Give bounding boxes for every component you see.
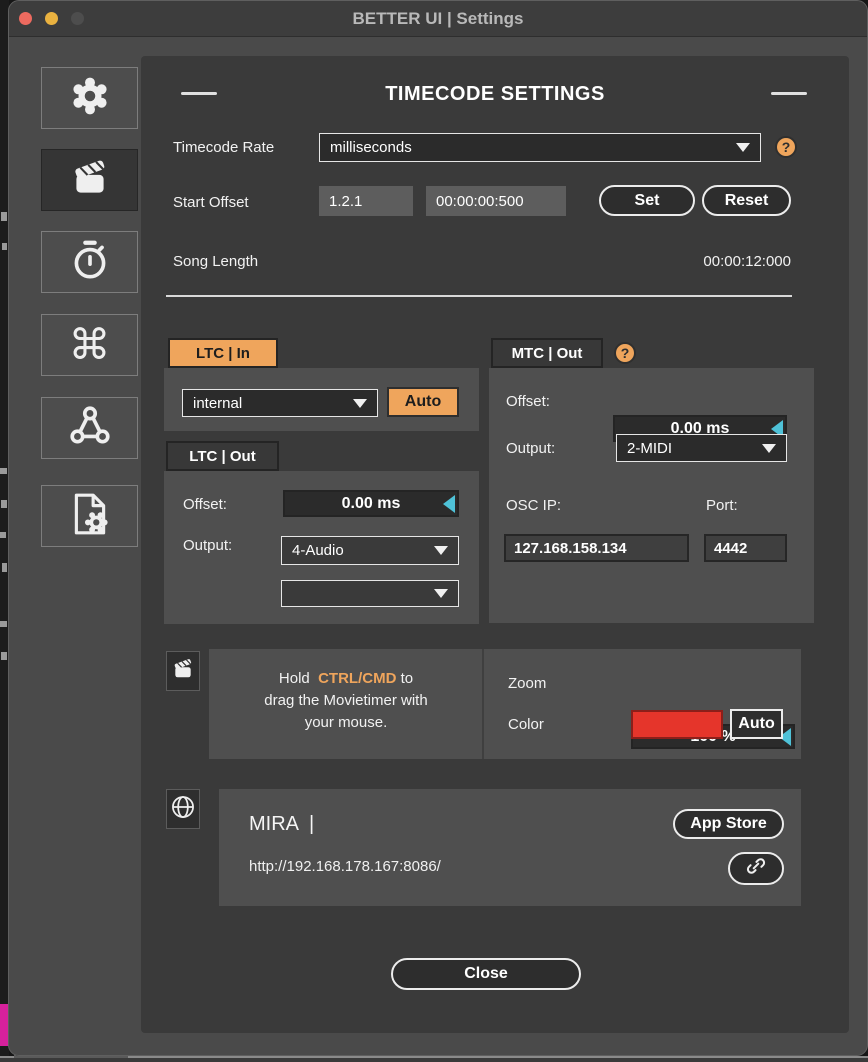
start-offset-label: Start Offset [173,194,249,211]
chevron-down-icon [736,143,750,152]
chevron-down-icon [434,546,448,555]
mtc-out-offset-label: Offset: [506,393,550,410]
titlebar: BETTER UI | Settings [9,1,867,37]
header-dash-right [771,92,807,95]
ltc-out-output2-dropdown[interactable] [281,580,459,607]
movietimer-tile [166,651,200,691]
screen: BETTER UI | Settings [0,0,868,1062]
sidebar-item-general[interactable] [41,67,138,129]
close-button[interactable]: Close [391,958,581,990]
tab-ltc-in[interactable]: LTC | In [168,338,278,368]
chevron-down-icon [353,399,367,408]
movietimer-hint: Hold CTRL/CMD to drag the Movietimer wit… [219,668,473,734]
open-link-button[interactable] [728,852,784,885]
clapperboard-icon [170,656,196,687]
hint-to: to [401,670,414,687]
song-length-value: 00:00:12:000 [591,253,791,270]
zoom-label: Zoom [508,675,546,692]
settings-window: BETTER UI | Settings [8,0,868,1056]
movietimer-divider [482,649,484,759]
ltc-out-output-dropdown[interactable]: 4-Audio [281,536,459,565]
link-icon [745,855,767,882]
sidebar-item-network[interactable] [41,397,138,459]
timecode-rate-label: Timecode Rate [173,139,274,156]
port-label: Port: [706,497,738,514]
mtc-out-help-button[interactable]: ? [614,342,636,364]
ltc-out-offset-label: Offset: [183,496,227,513]
mira-tile [166,789,200,829]
hint-key: CTRL/CMD [318,670,396,687]
app-store-button[interactable]: App Store [673,809,784,839]
color-label: Color [508,716,544,733]
hint-line3: your mouse. [219,712,473,734]
osc-ip-input[interactable] [504,534,689,562]
mtc-out-output-label: Output: [506,440,555,457]
color-auto-button[interactable]: Auto [730,709,783,739]
ltc-in-auto-button[interactable]: Auto [387,387,459,417]
hint-hold: Hold [279,670,310,687]
timecode-rate-value: milliseconds [330,139,736,156]
mira-title: MIRA | [249,813,314,836]
color-swatch[interactable] [631,710,723,739]
start-offset-time-input[interactable] [426,186,566,216]
ltc-in-source-dropdown[interactable]: internal [182,389,378,417]
song-length-label: Song Length [173,253,258,270]
ltc-in-source-value: internal [193,395,353,412]
ltc-out-output-value: 4-Audio [292,542,434,559]
globe-icon [169,793,197,826]
mtc-out-output-dropdown[interactable]: 2-MIDI [616,434,787,462]
tab-mtc-out[interactable]: MTC | Out [491,338,603,368]
mira-url[interactable]: http://192.168.178.167:8086/ [249,858,441,875]
section-divider [166,295,792,297]
clapperboard-icon [67,155,113,206]
hint-line2: drag the Movietimer with [219,690,473,712]
reset-button[interactable]: Reset [702,185,791,216]
sidebar-item-movie[interactable] [41,149,138,211]
stopwatch-icon [67,237,113,288]
timecode-rate-help-button[interactable]: ? [775,136,797,158]
start-offset-bars-input[interactable] [319,186,413,216]
sidebar-item-shortcuts[interactable]: ⌘ [41,314,138,376]
page-title: TIMECODE SETTINGS [141,83,849,106]
ltc-out-offset-field[interactable]: 0.00 ms [283,490,459,517]
background-bottom-strip [0,1056,868,1062]
set-button[interactable]: Set [599,185,695,216]
sidebar-item-timer[interactable] [41,231,138,293]
mtc-out-output-value: 2-MIDI [627,440,762,457]
osc-ip-label: OSC IP: [506,497,561,514]
ltc-out-offset-value: 0.00 ms [342,495,401,513]
chevron-down-icon [434,589,448,598]
window-title: BETTER UI | Settings [9,9,867,29]
drag-arrow-icon[interactable] [443,495,455,513]
tab-ltc-out[interactable]: LTC | Out [166,441,279,471]
port-input[interactable] [704,534,787,562]
ltc-out-output-label: Output: [183,537,232,554]
mira-panel [219,789,801,906]
sidebar-item-file-settings[interactable] [41,485,138,547]
command-icon: ⌘ [69,324,111,366]
chevron-down-icon [762,444,776,453]
gear-icon [67,73,113,124]
network-nodes-icon [67,403,113,454]
document-gear-icon [70,492,110,541]
timecode-rate-dropdown[interactable]: milliseconds [319,133,761,162]
